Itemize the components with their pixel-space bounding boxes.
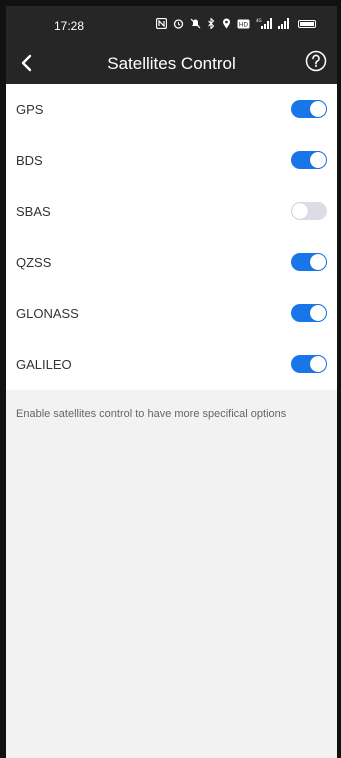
satellite-label: BDS [16, 152, 43, 168]
bluetooth-icon [208, 18, 215, 29]
toggle-knob [310, 305, 326, 321]
satellite-row-sbas: SBAS [6, 186, 337, 237]
satellite-row-glonass: GLONASS [6, 288, 337, 339]
status-time: 17:28 [54, 19, 85, 33]
sbas-toggle[interactable] [291, 202, 327, 220]
toggle-knob [310, 152, 326, 168]
nfc-icon [156, 18, 167, 29]
info-note: Enable satellites control to have more s… [16, 408, 287, 420]
satellite-list: GPS BDS SBAS QZSS GLONASS GALILEO [6, 84, 337, 390]
satellite-label: QZSS [16, 254, 52, 270]
gps-toggle[interactable] [291, 100, 327, 118]
galileo-toggle[interactable] [291, 355, 327, 373]
alarm-icon [173, 19, 184, 29]
svg-text:4G: 4G [256, 18, 262, 23]
toggle-knob [310, 356, 326, 372]
satellite-label: GPS [16, 101, 44, 117]
satellite-row-galileo: GALILEO [6, 339, 337, 390]
help-button[interactable] [305, 50, 329, 74]
battery-icon [298, 19, 316, 28]
satellite-row-bds: BDS [6, 135, 337, 186]
qzss-toggle[interactable] [291, 253, 327, 271]
page-title: Satellites Control [107, 54, 236, 73]
mute-icon [190, 18, 201, 29]
toggle-knob [310, 254, 326, 270]
svg-text:HD: HD [239, 21, 249, 28]
toggle-knob [292, 203, 308, 219]
nav-row: Satellites Control [6, 46, 337, 82]
toggle-knob [310, 101, 326, 117]
location-icon [223, 18, 230, 29]
bds-toggle[interactable] [291, 151, 327, 169]
hd-icon: HD [237, 19, 250, 28]
status-bar: 17:28 HD 4G [6, 16, 337, 38]
4g-signal-icon: 4G [256, 18, 272, 29]
satellite-row-gps: GPS [6, 84, 337, 135]
phone-screen: 17:28 HD 4G Satellites Control GPS BDS S… [0, 0, 341, 758]
satellite-label: GLONASS [16, 305, 79, 321]
satellite-label: SBAS [16, 203, 51, 219]
satellite-label: GALILEO [16, 356, 72, 372]
satellite-row-qzss: QZSS [6, 237, 337, 288]
status-icons: HD 4G [156, 18, 316, 29]
help-circle-icon [305, 50, 327, 72]
signal-icon [278, 18, 289, 29]
glonass-toggle[interactable] [291, 304, 327, 322]
top-bar: 17:28 HD 4G Satellites Control [6, 6, 337, 84]
